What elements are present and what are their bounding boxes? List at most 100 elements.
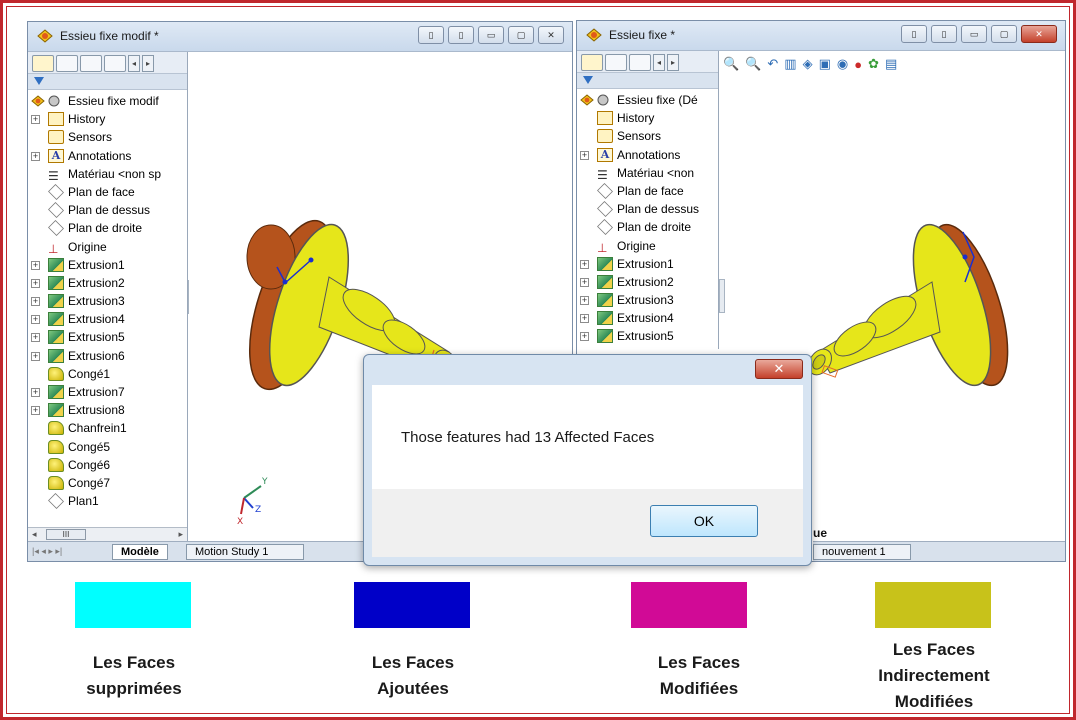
minimize-button[interactable]: ▭	[961, 25, 987, 43]
tree-item-cong-6[interactable]: Congé6	[28, 456, 187, 474]
view-settings-icon[interactable]: ▤	[885, 56, 897, 72]
close-button[interactable]: ✕	[1021, 25, 1057, 43]
expand-toggle-icon[interactable]: +	[580, 259, 589, 269]
tile-right-button[interactable]: ▯	[448, 26, 474, 44]
tree-item-extrusion1[interactable]: + Extrusion1	[577, 255, 718, 273]
minimize-button[interactable]: ▭	[478, 26, 504, 44]
tree-item-plan-de-face[interactable]: Plan de face	[577, 182, 718, 200]
left-window-titlebar[interactable]: Essieu fixe modif * ▯ ▯ ▭ ▢ ✕	[28, 22, 572, 52]
view-orientation-icon[interactable]: ◈	[803, 56, 813, 72]
featuremanager-tab[interactable]	[581, 54, 603, 71]
tree-item-plan1[interactable]: Plan1	[28, 492, 187, 510]
expand-toggle-icon[interactable]: +	[580, 296, 589, 306]
filter-icon[interactable]	[34, 77, 44, 85]
tree-item-label: Extrusion2	[617, 274, 674, 289]
expand-toggle-icon[interactable]: +	[580, 314, 589, 324]
tile-left-button[interactable]: ▯	[901, 25, 927, 43]
scrollbar-thumb[interactable]: III	[46, 529, 86, 540]
scroll-right-icon[interactable]: ▸	[178, 529, 183, 540]
tile-right-button[interactable]: ▯	[931, 25, 957, 43]
expand-toggle-icon[interactable]: +	[31, 278, 40, 288]
tree-item-extrusion2[interactable]: + Extrusion2	[28, 274, 187, 292]
tab-scroll-right-icon[interactable]: ▸	[667, 54, 679, 71]
display-style-icon[interactable]: ▣	[819, 56, 831, 72]
propertymanager-tab[interactable]	[56, 55, 78, 72]
expand-toggle-icon[interactable]: +	[580, 150, 589, 160]
tree-item-extrusion4[interactable]: + Extrusion4	[28, 310, 187, 328]
tree-item-label: Plan de droite	[68, 221, 143, 236]
tree-item-cong-5[interactable]: Congé5	[28, 438, 187, 456]
tree-item-plan-de-face[interactable]: Plan de face	[28, 183, 187, 201]
tree-root-part[interactable]: Essieu fixe modif	[28, 92, 187, 110]
maximize-button[interactable]: ▢	[508, 26, 534, 44]
tree-item-chanfrein1[interactable]: Chanfrein1	[28, 419, 187, 437]
tree-item-origine[interactable]: ⊥ Origine	[28, 238, 187, 256]
tree-item-sensors[interactable]: Sensors	[577, 127, 718, 145]
filter-icon[interactable]	[583, 76, 593, 84]
tree-item-extrusion5[interactable]: + Extrusion5	[577, 327, 718, 345]
right-window-titlebar[interactable]: Essieu fixe * ▯ ▯ ▭ ▢ ✕	[577, 21, 1065, 51]
tree-item-annotations[interactable]: + A Annotations	[28, 147, 187, 165]
tab-motion-study[interactable]: nouvement 1	[813, 544, 911, 560]
tile-left-button[interactable]: ▯	[418, 26, 444, 44]
tree-item-origine[interactable]: ⊥ Origine	[577, 237, 718, 255]
tree-item-extrusion5[interactable]: + Extrusion5	[28, 328, 187, 346]
expand-toggle-icon[interactable]: +	[31, 151, 40, 161]
tree-item-extrusion1[interactable]: + Extrusion1	[28, 256, 187, 274]
appearance-icon[interactable]: ●	[854, 57, 862, 72]
tree-item-plan-de-droite[interactable]: Plan de droite	[28, 219, 187, 237]
tree-item-extrusion3[interactable]: + Extrusion3	[28, 292, 187, 310]
expand-toggle-icon[interactable]: +	[31, 315, 40, 325]
tree-item-mat-riau-non-sp[interactable]: ☰ Matériau <non sp	[28, 165, 187, 183]
expand-toggle-icon[interactable]: +	[31, 297, 40, 307]
tab-scroll-left-icon[interactable]: ◂	[128, 55, 140, 72]
featuremanager-tab[interactable]	[32, 55, 54, 72]
horizontal-scrollbar[interactable]: ◂ III ▸	[28, 527, 187, 541]
scroll-left-icon[interactable]: ◂	[32, 529, 37, 540]
dialog-close-button[interactable]: ✕	[755, 359, 803, 379]
expand-toggle-icon[interactable]: +	[31, 388, 40, 397]
expand-toggle-icon[interactable]: +	[31, 115, 40, 125]
expand-toggle-icon[interactable]: +	[580, 332, 589, 342]
hide-show-icon[interactable]: ◉	[837, 56, 848, 72]
tree-item-cong-7[interactable]: Congé7	[28, 474, 187, 492]
expand-toggle-icon[interactable]: +	[31, 406, 40, 416]
tree-item-extrusion2[interactable]: + Extrusion2	[577, 273, 718, 291]
dimxpert-tab[interactable]	[104, 55, 126, 72]
configurationmanager-tab[interactable]	[629, 54, 651, 71]
tree-item-cong-1[interactable]: Congé1	[28, 365, 187, 383]
tree-item-extrusion8[interactable]: + Extrusion8	[28, 401, 187, 419]
tree-item-extrusion4[interactable]: + Extrusion4	[577, 309, 718, 327]
previous-view-icon[interactable]: ↶	[767, 56, 778, 72]
tree-item-extrusion7[interactable]: + Extrusion7	[28, 383, 187, 401]
scene-icon[interactable]: ✿	[868, 56, 879, 72]
tree-item-extrusion3[interactable]: + Extrusion3	[577, 291, 718, 309]
tab-scroll-left-icon[interactable]: ◂	[653, 54, 665, 71]
tab-scroll-right-icon[interactable]: ▸	[142, 55, 154, 72]
expand-toggle-icon[interactable]: +	[31, 260, 40, 270]
tree-item-annotations[interactable]: + A Annotations	[577, 146, 718, 164]
expand-toggle-icon[interactable]: +	[31, 351, 40, 361]
tab-model[interactable]: Modèle	[112, 544, 168, 560]
zoom-area-icon[interactable]: 🔍	[745, 56, 761, 72]
maximize-button[interactable]: ▢	[991, 25, 1017, 43]
zoom-to-fit-icon[interactable]: 🔍	[723, 56, 739, 72]
expand-toggle-icon[interactable]: +	[31, 333, 40, 343]
tab-motion-study[interactable]: Motion Study 1	[186, 544, 304, 560]
tree-item-extrusion6[interactable]: + Extrusion6	[28, 347, 187, 365]
tree-item-plan-de-dessus[interactable]: Plan de dessus	[28, 201, 187, 219]
tree-item-plan-de-droite[interactable]: Plan de droite	[577, 218, 718, 236]
tree-item-plan-de-dessus[interactable]: Plan de dessus	[577, 200, 718, 218]
expand-toggle-icon[interactable]: +	[580, 277, 589, 287]
tree-item-sensors[interactable]: Sensors	[28, 128, 187, 146]
tree-item-mat-riau-non[interactable]: ☰ Matériau <non	[577, 164, 718, 182]
tree-root-part[interactable]: Essieu fixe (Dé	[577, 91, 718, 109]
tree-item-history[interactable]: History	[577, 109, 718, 127]
configurationmanager-tab[interactable]	[80, 55, 102, 72]
close-button[interactable]: ✕	[538, 26, 564, 44]
section-view-icon[interactable]: ▥	[784, 56, 796, 72]
tab-nav-arrows[interactable]: |◂ ◂ ▸ ▸|	[32, 546, 62, 557]
ok-button[interactable]: OK	[650, 505, 758, 537]
propertymanager-tab[interactable]	[605, 54, 627, 71]
tree-item-history[interactable]: + History	[28, 110, 187, 128]
